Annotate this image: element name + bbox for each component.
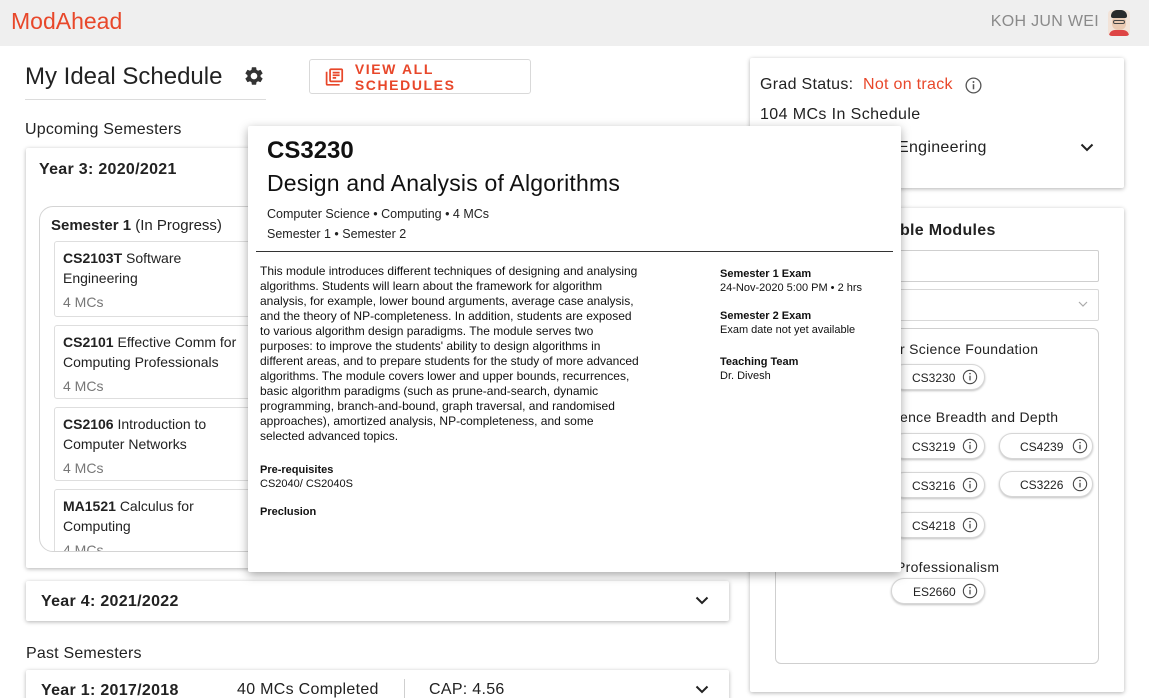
module-card-cs2103t[interactable]: CS2103T Software Engineering 4 MCs — [54, 241, 278, 317]
module-chip-cs3230[interactable]: CS3230 — [891, 364, 985, 390]
upcoming-semesters-label: Upcoming Semesters — [25, 121, 182, 138]
popup-module-name: Design and Analysis of Algorithms — [267, 170, 621, 196]
sem2-exam-label: Semester 2 Exam — [720, 310, 812, 322]
module-mcs: 4 MCs — [63, 294, 104, 310]
available-modules-title: lable Modules — [886, 222, 996, 239]
avatar[interactable] — [1108, 10, 1130, 36]
semester-label: Semester 1 — [51, 217, 132, 234]
preclusion-label: Preclusion — [260, 506, 317, 518]
info-icon[interactable] — [1072, 476, 1088, 492]
group-label: Professionalism — [896, 559, 1000, 575]
prerequisites-value: CS2040/ CS2040S — [260, 478, 353, 490]
module-card-cs2106[interactable]: CS2106 Introduction to Computer Networks… — [54, 407, 278, 481]
year1-card[interactable]: Year 1: 2017/2018 40 MCs Completed CAP: … — [26, 670, 729, 698]
chip-code: ES2660 — [913, 585, 956, 599]
major-select-value[interactable]: Engineering — [898, 139, 987, 157]
chip-code: CS3216 — [912, 479, 956, 493]
year1-mcs-completed: 40 MCs Completed — [237, 681, 379, 698]
semester-status: (In Progress) — [135, 217, 222, 234]
module-mcs: 4 MCs — [63, 460, 104, 476]
chevron-down-icon — [1078, 301, 1088, 307]
chevron-down-icon[interactable] — [1080, 143, 1094, 152]
module-mcs: 4 MCs — [63, 542, 104, 552]
gear-icon[interactable] — [243, 65, 265, 87]
chevron-down-icon[interactable] — [695, 685, 709, 694]
user-name[interactable]: KOH JUN WEI — [991, 13, 1099, 31]
page-title: My Ideal Schedule — [25, 63, 223, 90]
popup-semesters: Semester 1 • Semester 2 — [267, 227, 407, 241]
module-code: CS2103T — [63, 250, 123, 266]
sem2-exam-value: Exam date not yet available — [720, 324, 856, 336]
module-chip-cs3226[interactable]: CS3226 — [999, 471, 1093, 497]
module-chip-es2660[interactable]: ES2660 — [891, 578, 985, 604]
chip-code: CS4239 — [1020, 440, 1064, 454]
sem1-exam-label: Semester 1 Exam — [720, 268, 812, 280]
avatar-glasses — [1113, 20, 1125, 24]
semester-card: Semester 1 (In Progress) CS2103T Softwar… — [39, 206, 279, 552]
module-detail-popup: CS3230 Design and Analysis of Algorithms… — [248, 126, 901, 572]
info-icon[interactable] — [1072, 438, 1088, 454]
module-title: CS2103T Software Engineering — [63, 248, 253, 288]
prerequisites-label: Pre-requisites — [260, 464, 334, 476]
avatar-shirt — [1109, 30, 1129, 36]
module-code: CS2101 — [63, 334, 114, 350]
popup-module-meta: Computer Science • Computing • 4 MCs — [267, 207, 490, 221]
module-chip-cs4218[interactable]: CS4218 — [891, 512, 985, 538]
divider — [404, 679, 405, 698]
year4-title: Year 4: 2021/2022 — [41, 593, 179, 610]
module-card-ma1521[interactable]: MA1521 Calculus for Computing 4 MCs — [54, 489, 278, 552]
module-code: MA1521 — [63, 498, 116, 514]
past-semesters-label: Past Semesters — [26, 645, 142, 662]
mcs-in-schedule: 104 MCs In Schedule — [760, 106, 921, 123]
info-icon[interactable] — [962, 438, 978, 454]
teaching-team-value: Dr. Divesh — [720, 370, 771, 382]
group-label: r Science Foundation — [900, 341, 1039, 357]
module-title: CS2106 Introduction to Computer Networks — [63, 414, 253, 454]
module-code: CS2106 — [63, 416, 114, 432]
title-divider — [25, 99, 266, 100]
module-chip-cs3216[interactable]: CS3216 — [891, 472, 985, 498]
avatar-hair — [1111, 10, 1127, 18]
view-all-schedules-label: VIEW ALL SCHEDULES — [354, 60, 456, 93]
year1-cap: CAP: 4.56 — [429, 681, 505, 698]
module-title: CS2101 Effective Comm for Computing Prof… — [63, 332, 273, 372]
library-icon — [325, 67, 344, 86]
info-icon[interactable] — [962, 477, 978, 493]
info-icon[interactable] — [962, 369, 978, 385]
module-chip-cs3219[interactable]: CS3219 — [891, 433, 985, 459]
info-icon[interactable] — [962, 583, 978, 599]
module-chip-cs4239[interactable]: CS4239 — [999, 433, 1093, 459]
info-icon[interactable] — [965, 77, 982, 94]
teaching-team-label: Teaching Team — [720, 356, 799, 368]
chip-code: CS4218 — [912, 519, 956, 533]
grad-status-value: Not on track — [863, 76, 953, 93]
chevron-down-icon[interactable] — [695, 596, 709, 605]
module-card-cs2101[interactable]: CS2101 Effective Comm for Computing Prof… — [54, 325, 278, 399]
year3-title[interactable]: Year 3: 2020/2021 — [39, 161, 177, 179]
semester-title: Semester 1 (In Progress) — [51, 217, 222, 234]
chip-code: CS3230 — [912, 371, 956, 385]
group-label: ence Breadth and Depth — [900, 409, 1059, 425]
top-bar: ModAhead KOH JUN WEI — [0, 0, 1149, 46]
view-all-schedules-button[interactable]: VIEW ALL SCHEDULES — [309, 59, 531, 94]
year4-card[interactable]: Year 4: 2021/2022 — [26, 581, 729, 621]
sem1-exam-value: 24-Nov-2020 5:00 PM • 2 hrs — [720, 282, 863, 294]
year1-title: Year 1: 2017/2018 — [41, 682, 179, 698]
popup-description: This module introduces different techniq… — [260, 264, 639, 443]
module-mcs: 4 MCs — [63, 378, 104, 394]
chip-code: CS3226 — [1020, 478, 1064, 492]
brand-logo[interactable]: ModAhead — [11, 8, 122, 35]
module-title: MA1521 Calculus for Computing — [63, 496, 253, 536]
popup-module-code: CS3230 — [267, 137, 354, 164]
divider — [256, 251, 893, 252]
chip-code: CS3219 — [912, 440, 956, 454]
info-icon[interactable] — [962, 517, 978, 533]
grad-status-label: Grad Status: — [760, 76, 854, 93]
